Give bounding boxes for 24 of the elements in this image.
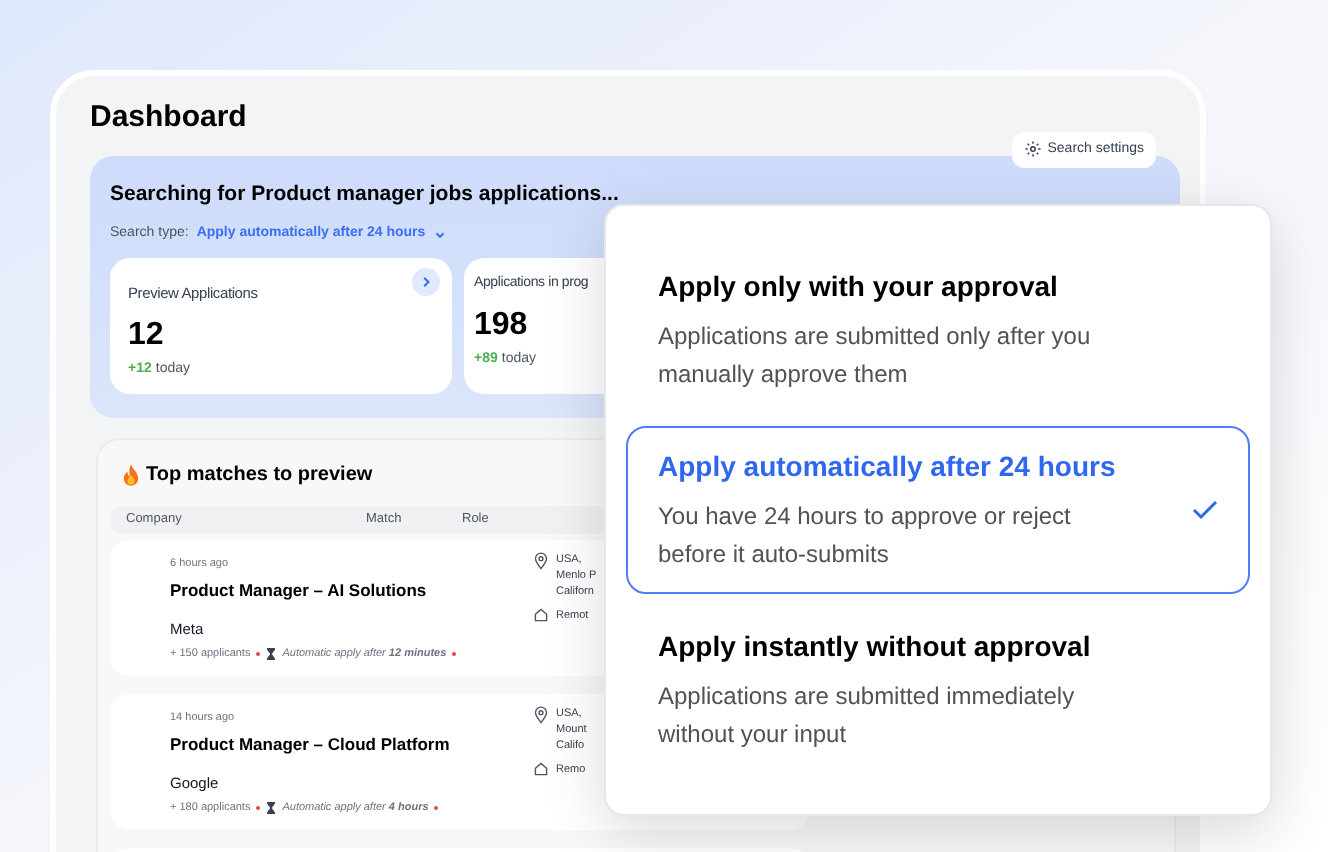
location-pin-icon (534, 551, 548, 569)
option-title: Apply only with your approval (658, 268, 1060, 306)
option-description: Applications are submitted only after you manually approve them (658, 320, 1093, 392)
page-title: Dashboard (90, 98, 247, 138)
hourglass-icon (266, 647, 277, 660)
check-icon (1192, 500, 1218, 520)
house-icon (534, 762, 548, 777)
search-heading: Searching for Product manager jobs applications... (110, 179, 621, 209)
stat-value: 12 (128, 316, 166, 356)
house-icon (534, 608, 548, 623)
hourglass-icon (266, 801, 277, 814)
job-title: Product Manager – Cloud Platform (170, 731, 452, 757)
option-title: Apply automatically after 24 hours (658, 448, 1118, 486)
stat-value: 198 (474, 306, 530, 347)
settings-icon (1023, 140, 1042, 159)
menu-option[interactable]: Apply only with your approval Applications are submitted only after you manually approve them (626, 246, 1250, 414)
location-pin-icon (534, 705, 548, 723)
chevron-down-icon (433, 230, 446, 240)
open-button[interactable] (412, 267, 440, 296)
flame-icon (122, 463, 140, 485)
chevron-right-icon (420, 275, 432, 288)
menu-option[interactable]: Apply automatically after 24 hours You have 24 hours to approve or reject before it auto-submits (626, 426, 1250, 594)
job-title: Product Manager – AI Solutions (170, 577, 429, 603)
matches-title: Top matches to preview (146, 461, 373, 489)
